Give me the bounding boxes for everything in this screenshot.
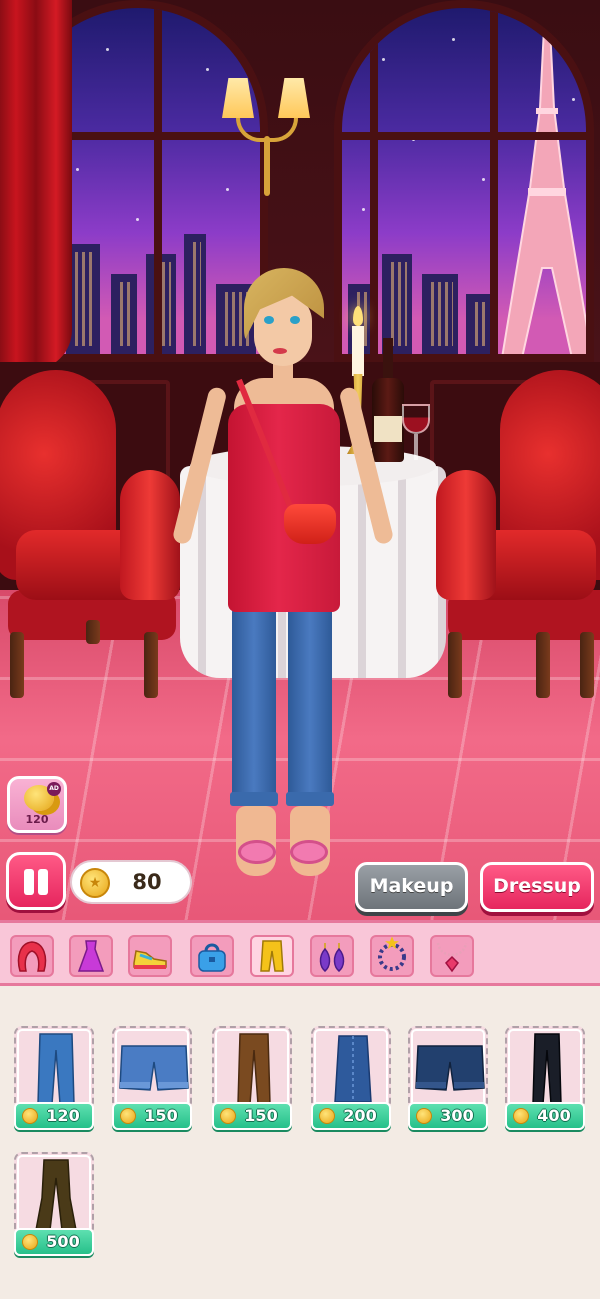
category-bag[interactable] — [190, 935, 234, 977]
restaurant-scene: AD 120 ★ 80 Makeup Dressup — [0, 0, 600, 920]
coin-icon — [319, 1108, 335, 1124]
trousers-icon — [237, 1033, 271, 1105]
doll-red-purse — [284, 504, 336, 544]
category-pants[interactable] — [250, 935, 294, 977]
watch-ad-coins-button[interactable]: AD 120 — [7, 776, 67, 833]
coin-icon — [220, 1108, 236, 1124]
coin-icon — [22, 1234, 38, 1250]
sandal-bow — [238, 840, 276, 864]
category-earrings[interactable] — [310, 935, 354, 977]
shop-item[interactable]: 400 — [505, 1026, 585, 1136]
price-tag: 400 — [505, 1102, 585, 1130]
flared-pants-icon — [35, 1159, 77, 1231]
price-tag: 150 — [112, 1102, 192, 1130]
item-card — [505, 1026, 585, 1110]
shop-item[interactable]: 200 — [311, 1026, 391, 1136]
shorts-icon — [415, 1045, 485, 1091]
doll-jeans-left — [232, 608, 276, 800]
makeup-mode-button[interactable]: Makeup — [355, 862, 468, 912]
skirt-icon — [334, 1035, 372, 1103]
jeans-icon — [37, 1033, 75, 1105]
coin-icon — [22, 1108, 38, 1124]
shop-item[interactable]: 500 — [14, 1152, 94, 1262]
price-tag: 200 — [311, 1102, 391, 1130]
item-card — [14, 1026, 94, 1110]
item-card — [311, 1026, 391, 1110]
coin-icon — [416, 1108, 432, 1124]
category-dress[interactable] — [69, 935, 113, 977]
ad-badge: AD — [47, 782, 61, 796]
wine-glass — [402, 404, 430, 466]
doll-jeans-right — [288, 608, 332, 800]
eiffel-tower-icon — [501, 28, 586, 354]
shop-item[interactable]: 150 — [112, 1026, 192, 1136]
trousers-icon — [532, 1033, 562, 1105]
dressup-mode-button[interactable]: Dressup — [480, 862, 594, 912]
ad-reward-amount: 120 — [25, 813, 49, 826]
pants-icon — [260, 940, 284, 972]
coin-icon — [513, 1108, 529, 1124]
pause-icon — [24, 869, 34, 895]
shop-item[interactable]: 120 — [14, 1026, 94, 1136]
item-grid: 120 150 150 200 300 400 500 — [0, 986, 600, 1299]
shop-item[interactable]: 150 — [212, 1026, 292, 1136]
dress-icon — [77, 940, 105, 972]
armchair-right — [436, 370, 600, 700]
shop-item[interactable]: 300 — [408, 1026, 488, 1136]
category-necklace[interactable] — [430, 935, 474, 977]
coin-balance-value: 80 — [132, 870, 162, 894]
sneaker-icon — [133, 950, 167, 969]
shorts-icon — [119, 1045, 189, 1091]
price-tag: 300 — [408, 1102, 488, 1130]
handbag-icon — [198, 943, 226, 972]
armchair-left — [0, 370, 181, 700]
game-screen: AD 120 ★ 80 Makeup Dressup 120 150 150 2… — [0, 0, 600, 1299]
item-card — [212, 1026, 292, 1110]
item-card — [408, 1026, 488, 1110]
hair-icon — [17, 941, 47, 972]
wall-sconce — [222, 78, 312, 198]
coin-icon — [120, 1108, 136, 1124]
price-tag: 120 — [14, 1102, 94, 1130]
price-tag: 150 — [212, 1102, 292, 1130]
star-coin-icon: ★ — [80, 868, 110, 898]
category-hair[interactable] — [10, 935, 54, 977]
bracelet-icon — [378, 936, 406, 971]
earrings-icon — [319, 943, 345, 972]
price-tag: 500 — [14, 1228, 94, 1256]
necklace-icon — [436, 942, 468, 973]
doll-character[interactable] — [170, 268, 400, 880]
category-bar — [0, 920, 600, 986]
category-shoes[interactable] — [128, 935, 172, 977]
coin-balance: ★ 80 — [70, 860, 192, 904]
pause-button[interactable] — [6, 852, 66, 910]
sandal-bow — [290, 840, 328, 864]
red-curtain — [0, 0, 72, 370]
category-bracelet[interactable] — [370, 935, 414, 977]
item-card — [112, 1026, 192, 1110]
item-card — [14, 1152, 94, 1236]
